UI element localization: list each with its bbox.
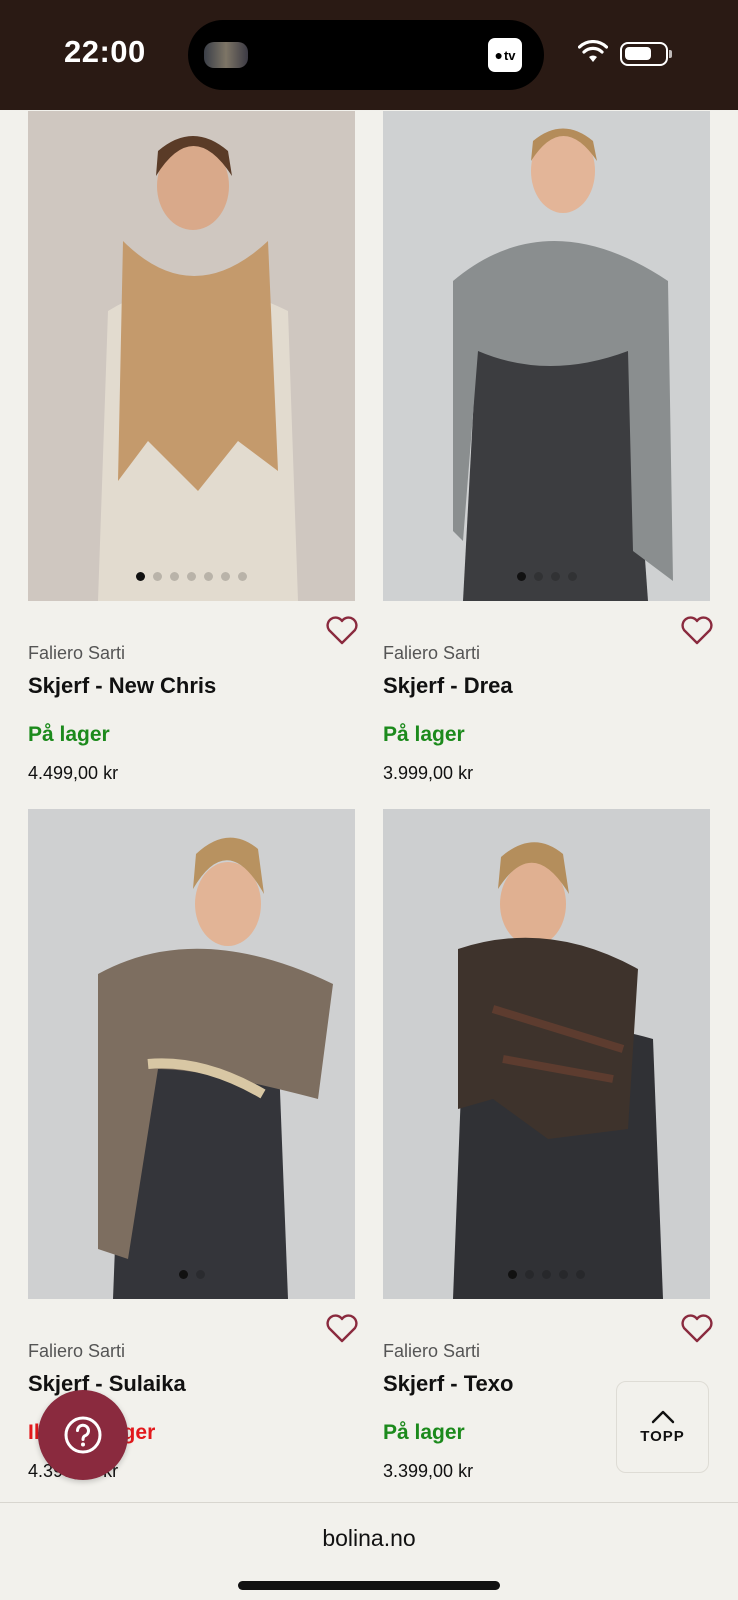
- stock-status: På lager: [28, 723, 110, 746]
- product-name[interactable]: Skjerf - Sulaika: [28, 1371, 186, 1397]
- carousel-dot[interactable]: [178, 1270, 188, 1279]
- image-carousel-dots[interactable]: [383, 1270, 710, 1279]
- status-bar: 22:00 ● tv: [0, 0, 738, 110]
- browser-address-bar[interactable]: bolina.no: [0, 1502, 738, 1600]
- product-brand: Faliero Sarti: [383, 1341, 481, 1361]
- wifi-icon: [578, 40, 608, 62]
- battery-icon: [620, 42, 672, 66]
- carousel-dot[interactable]: [508, 1270, 517, 1279]
- carousel-dot[interactable]: [559, 1270, 568, 1279]
- scroll-to-top-label: TOPP: [640, 1427, 685, 1445]
- carousel-dot[interactable]: [136, 572, 145, 581]
- now-playing-thumbnail: [204, 42, 248, 68]
- product-image[interactable]: [28, 809, 355, 1299]
- product-brand: Faliero Sarti: [28, 643, 126, 663]
- product-price: 3.399,00 kr: [383, 1461, 474, 1481]
- carousel-dot[interactable]: [170, 572, 179, 581]
- product-brand: Faliero Sarti: [383, 643, 481, 663]
- wishlist-heart-icon[interactable]: [325, 616, 359, 646]
- carousel-dot[interactable]: [238, 572, 247, 581]
- carousel-dot[interactable]: [204, 572, 213, 581]
- apple-tv-icon: ● tv: [488, 38, 522, 72]
- product-image[interactable]: [383, 111, 710, 601]
- product-price: 4.499,00 kr: [28, 763, 119, 783]
- product-brand: Faliero Sarti: [28, 1341, 126, 1361]
- carousel-dot[interactable]: [525, 1270, 534, 1279]
- carousel-dot[interactable]: [153, 572, 162, 581]
- carousel-dot[interactable]: [516, 572, 526, 581]
- carousel-dot[interactable]: [187, 572, 196, 581]
- chevron-up-icon: [651, 1410, 674, 1423]
- home-indicator[interactable]: [238, 1581, 500, 1590]
- carousel-dot[interactable]: [567, 572, 577, 581]
- image-carousel-dots[interactable]: [383, 572, 710, 581]
- carousel-dot[interactable]: [576, 1270, 585, 1279]
- wishlist-heart-icon[interactable]: [325, 1314, 359, 1344]
- stock-status: På lager: [383, 723, 465, 746]
- dynamic-island: ● tv: [188, 20, 544, 90]
- image-carousel-dots[interactable]: [28, 1270, 355, 1279]
- carousel-dot[interactable]: [195, 1270, 205, 1279]
- product-image[interactable]: [28, 111, 355, 601]
- product-name[interactable]: Skjerf - Texo: [383, 1371, 513, 1397]
- help-button[interactable]: [38, 1390, 128, 1480]
- scroll-to-top-button[interactable]: TOPP: [616, 1381, 709, 1473]
- product-price: 3.999,00 kr: [383, 763, 474, 783]
- image-carousel-dots[interactable]: [28, 572, 355, 581]
- product-name[interactable]: Skjerf - New Chris: [28, 673, 216, 699]
- carousel-dot[interactable]: [550, 572, 560, 581]
- status-time: 22:00: [64, 34, 146, 69]
- wishlist-heart-icon[interactable]: [680, 1314, 714, 1344]
- url-text[interactable]: bolina.no: [0, 1525, 738, 1552]
- wishlist-heart-icon[interactable]: [680, 616, 714, 646]
- carousel-dot[interactable]: [533, 572, 543, 581]
- product-image[interactable]: [383, 809, 710, 1299]
- question-mark-icon: [64, 1416, 102, 1454]
- product-name[interactable]: Skjerf - Drea: [383, 673, 513, 699]
- carousel-dot[interactable]: [221, 572, 230, 581]
- carousel-dot[interactable]: [542, 1270, 551, 1279]
- stock-status: På lager: [383, 1421, 465, 1444]
